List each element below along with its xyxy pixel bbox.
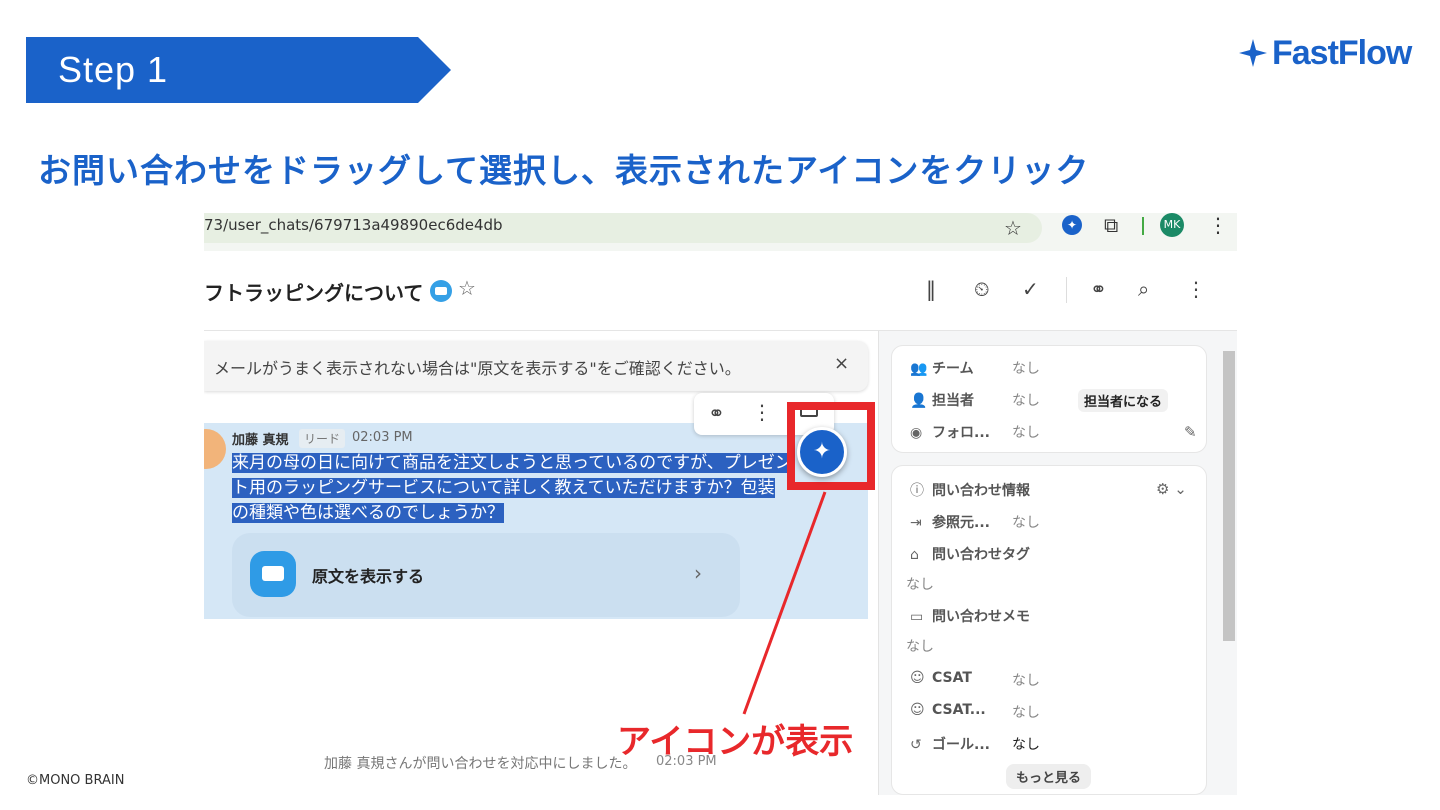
mail-notice: メールがうまく表示されない場合は"原文を表示する"をご確認ください。 × — [204, 341, 868, 391]
show-original-label: 原文を表示する — [312, 567, 425, 586]
check-icon[interactable]: ✓ — [1022, 277, 1039, 301]
goal-label: ゴール... — [932, 737, 990, 753]
tag-row: ⌂ 問い合わせタグ — [910, 544, 1030, 564]
goal-icon: ↺ — [910, 737, 922, 753]
assignee-row: 👤 担当者 — [910, 390, 974, 410]
puzzle-icon[interactable]: ⧉ — [1104, 213, 1118, 237]
csat-label: CSAT — [932, 670, 972, 686]
message-line: ト用のラッピングサービスについて詳しく教えていただけますか？包装 — [232, 478, 775, 498]
inquiry-info-card: ⓘ 問い合わせ情報 ⚙ ⌄ ⇥ 参照元... なし ⌂ 問い合わせタグ なし ▭ 問い合… — [891, 465, 1207, 795]
search-icon[interactable]: ⌕ — [1138, 277, 1149, 301]
eye-icon: ◉ — [910, 425, 923, 441]
csat2-value[interactable]: なし — [1012, 702, 1040, 722]
show-more-button[interactable]: もっと見る — [1006, 764, 1092, 789]
assignment-card: 👥 チーム なし 👤 担当者 なし 担当者になる ◉ フォロ... なし ✎ — [891, 345, 1207, 453]
link-icon[interactable]: ⚭ — [708, 401, 725, 425]
referrer-value[interactable]: なし — [1012, 512, 1040, 532]
mail-channel-icon — [430, 280, 452, 302]
assignee-icon: 👤 — [910, 393, 928, 409]
notice-text: メールがうまく表示されない場合は"原文を表示する"をご確認ください。 — [214, 359, 741, 378]
csat2-label: CSAT... — [932, 702, 986, 718]
callout-label: アイコンが表示 — [617, 722, 854, 762]
message-author: 加藤 真規 — [232, 433, 289, 448]
browser-toolbar: 73/user_chats/679713a49890ec6de4db ☆ ✦ ⧉… — [204, 213, 1237, 251]
page-title: お問い合わせをドラッグして選択し、表示されたアイコンをクリック — [38, 151, 1090, 190]
enter-icon: ⇥ — [910, 515, 922, 531]
referrer-label: 参照元... — [932, 515, 990, 531]
url-text: 73/user_chats/679713a49890ec6de4db — [204, 216, 503, 234]
step-label: Step 1 — [58, 49, 169, 90]
follower-label: フォロ... — [932, 425, 990, 441]
extension-sparkle-icon[interactable]: ✦ — [1062, 215, 1082, 235]
tag-label: 問い合わせタグ — [932, 547, 1030, 563]
logo-text: FastFlow — [1272, 33, 1412, 72]
follower-row: ◉ フォロ... — [910, 422, 990, 442]
bookmark-star-icon[interactable]: ☆ — [1004, 216, 1022, 240]
assignee-label: 担当者 — [932, 393, 974, 409]
csat-row: ☺ CSAT — [910, 670, 972, 686]
info-sidebar: 👥 チーム なし 👤 担当者 なし 担当者になる ◉ フォロ... なし ✎ ⓘ 問い合… — [878, 331, 1237, 795]
goal-value[interactable]: なし — [1012, 734, 1040, 754]
show-original-button[interactable]: 原文を表示する › — [232, 533, 740, 617]
header-divider — [1066, 277, 1067, 303]
lead-badge: リード — [299, 429, 346, 448]
mail-icon — [250, 551, 296, 597]
team-value[interactable]: なし — [1012, 358, 1040, 378]
team-row: 👥 チーム — [910, 358, 974, 378]
sparkle-logo-icon — [1239, 39, 1267, 67]
screenshot-frame: 73/user_chats/679713a49890ec6de4db ☆ ✦ ⧉… — [204, 213, 1237, 795]
memo-value[interactable]: なし — [906, 636, 934, 656]
follower-value[interactable]: なし — [1012, 422, 1040, 442]
copyright: ©MONO BRAIN — [26, 773, 125, 788]
chat-title: フトラッピングについて — [204, 281, 424, 305]
memo-label: 問い合わせメモ — [932, 609, 1030, 625]
goal-row: ↺ ゴール... — [910, 734, 990, 754]
team-icon: 👥 — [910, 361, 928, 377]
edit-icon[interactable]: ✎ — [1184, 423, 1197, 441]
info-header-label: 問い合わせ情報 — [932, 483, 1030, 499]
browser-menu-icon[interactable]: ⋮ — [1208, 213, 1228, 237]
referrer-row: ⇥ 参照元... — [910, 512, 990, 532]
selected-message-text[interactable]: 来月の母の日に向けて商品を注文しようと思っているのですが、プレゼン ト用のラッピ… — [232, 451, 792, 526]
tag-icon: ⌂ — [910, 547, 919, 563]
team-label: チーム — [932, 361, 974, 377]
info-header: ⓘ 問い合わせ情報 — [910, 480, 1030, 500]
info-icon: ⓘ — [910, 483, 924, 499]
profile-avatar[interactable]: MK — [1160, 213, 1184, 237]
csat2-row: ☺ CSAT... — [910, 702, 986, 718]
memo-row: ▭ 問い合わせメモ — [910, 606, 1030, 626]
tag-value[interactable]: なし — [906, 574, 934, 594]
chevron-right-icon: › — [694, 561, 702, 585]
more-menu-icon[interactable]: ⋮ — [1186, 277, 1206, 301]
csat-value[interactable]: なし — [1012, 670, 1040, 690]
chat-header: フトラッピングについて ☆ ‖ ⏲ ✓ ⚭ ⌕ ⋮ — [204, 251, 1237, 331]
message-time: 02:03 PM — [352, 430, 413, 445]
fastflow-logo: FastFlow — [1238, 33, 1412, 72]
more-menu-icon[interactable]: ⋮ — [752, 400, 772, 424]
user-avatar — [204, 429, 226, 469]
smile-icon: ☺ — [910, 702, 925, 718]
link-icon[interactable]: ⚭ — [1090, 277, 1107, 301]
assignee-value[interactable]: なし — [1012, 390, 1040, 410]
voice-wave-icon[interactable]: ‖ — [926, 277, 936, 301]
toolbar-divider — [1142, 217, 1144, 235]
message: 加藤 真規 リード 02:03 PM 来月の母の日に向けて商品を注文しようと思っ… — [204, 423, 868, 619]
message-line: 来月の母の日に向けて商品を注文しようと思っているのですが、プレゼン — [232, 453, 792, 473]
close-icon[interactable]: × — [834, 353, 849, 374]
note-icon: ▭ — [910, 609, 924, 625]
settings-sliders-icon[interactable]: ⚙ ⌄ — [1156, 480, 1187, 498]
ai-sparkle-button[interactable]: ✦ — [797, 427, 847, 477]
sidebar-scrollbar[interactable] — [1223, 351, 1235, 641]
smile-icon: ☺ — [910, 670, 925, 686]
become-assignee-button[interactable]: 担当者になる — [1078, 389, 1169, 412]
alarm-clock-icon[interactable]: ⏲ — [974, 277, 990, 301]
message-line: の種類や色は選べるのでしょうか？ — [232, 503, 504, 523]
favorite-star-icon[interactable]: ☆ — [458, 276, 476, 300]
system-message: 加藤 真規さんが問い合わせを対応中にしました。 — [324, 756, 637, 772]
address-bar[interactable]: 73/user_chats/679713a49890ec6de4db ☆ — [204, 213, 1042, 243]
